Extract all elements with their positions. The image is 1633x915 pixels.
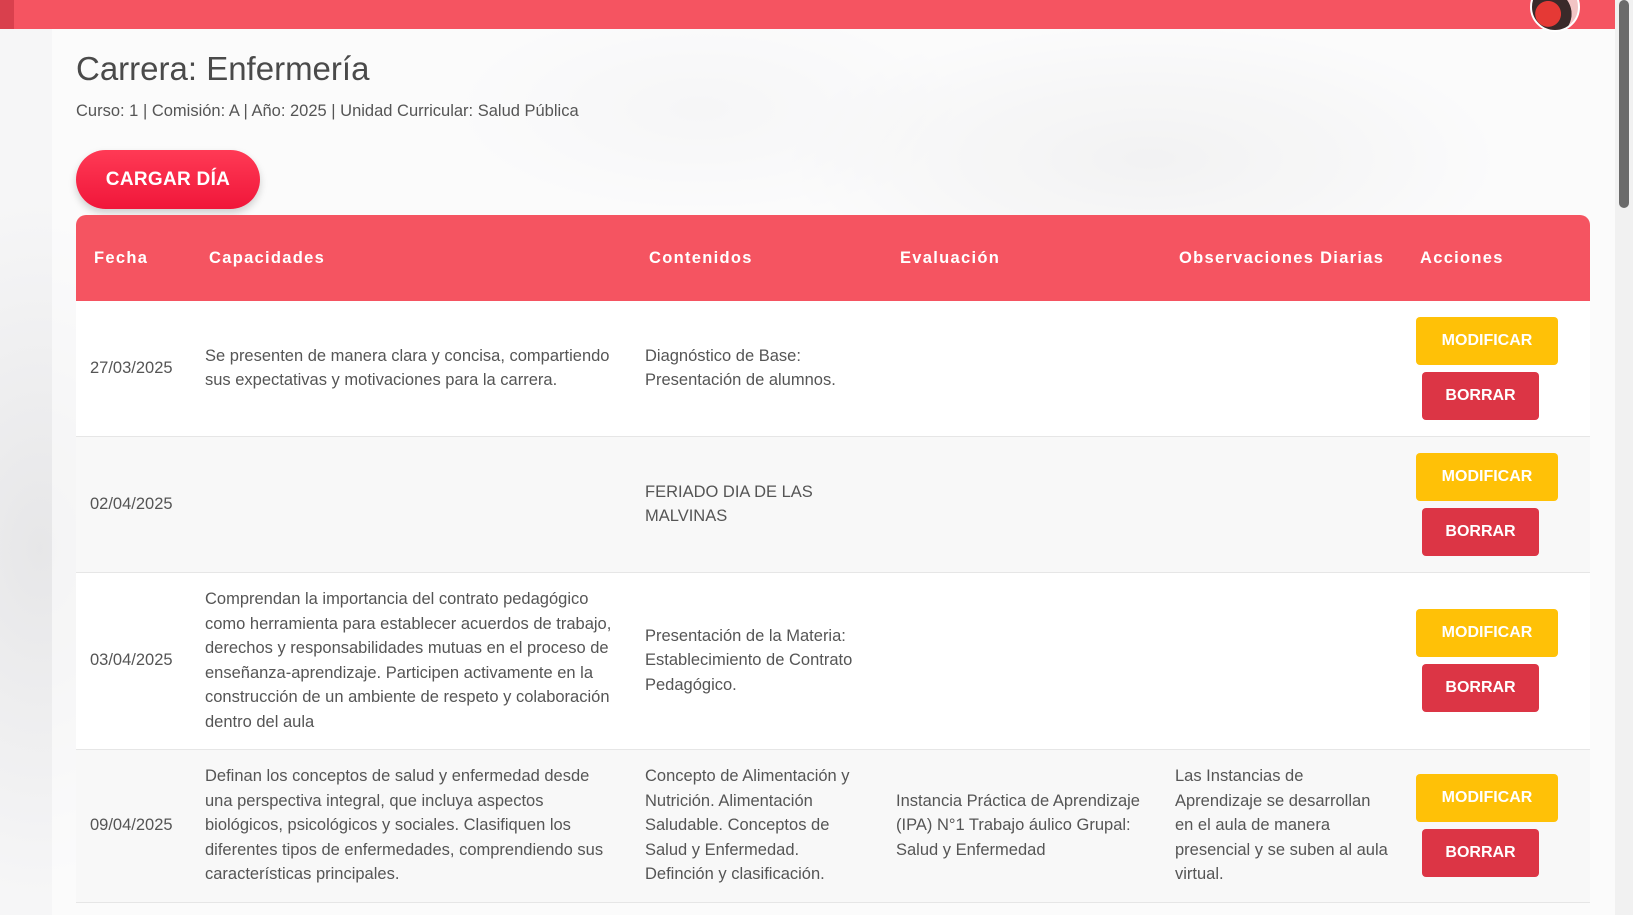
cell-capacidades: Comprendan la importancia del contrato p…: [191, 572, 631, 750]
cell-evaluacion: [882, 436, 1161, 573]
cell-capacidades: Definan los conceptos de salud y enferme…: [191, 749, 631, 903]
column-header-capacidades: Capacidades: [209, 249, 326, 267]
modificar-button[interactable]: MODIFICAR: [1416, 316, 1558, 365]
cell-evaluacion: [882, 572, 1161, 750]
cell-fecha: 02/04/2025: [76, 436, 191, 573]
top-navbar: [0, 0, 1615, 32]
cell-acciones: MODIFICAR BORRAR: [1402, 572, 1590, 750]
cell-capacidades: Se presenten de manera clara y concisa, …: [191, 301, 631, 437]
cargar-dia-button[interactable]: CARGAR DÍA: [76, 150, 260, 209]
table-row: 09/04/2025 Definan los conceptos de salu…: [76, 749, 1590, 903]
modificar-button[interactable]: MODIFICAR: [1416, 774, 1558, 822]
cell-contenidos: Concepto de Alimentación y Nutrición. Al…: [631, 749, 882, 903]
column-header-evaluacion: Evaluación: [900, 249, 1001, 267]
column-header-observaciones: Observaciones Diarias: [1179, 249, 1385, 267]
cell-contenidos: Presentación de la Materia: Establecimie…: [631, 572, 882, 750]
borrar-button[interactable]: BORRAR: [1422, 664, 1539, 712]
page-title: Carrera: Enfermería: [76, 50, 370, 87]
scrollbar-thumb[interactable]: [1619, 0, 1629, 208]
cell-fecha: 09/04/2025: [76, 749, 191, 903]
planning-table: Fecha Capacidades Contenidos Evaluación …: [76, 215, 1590, 903]
cell-evaluacion: [882, 301, 1161, 437]
cell-acciones: MODIFICAR BORRAR: [1402, 436, 1590, 573]
cell-contenidos: FERIADO DIA DE LAS MALVINAS: [631, 436, 882, 573]
borrar-button[interactable]: BORRAR: [1422, 829, 1539, 877]
cell-fecha: 03/04/2025: [76, 572, 191, 750]
cell-observaciones: Las Instancias de Aprendizaje se desarro…: [1161, 749, 1402, 903]
modificar-button[interactable]: MODIFICAR: [1416, 609, 1558, 657]
borrar-button[interactable]: BORRAR: [1422, 371, 1539, 420]
cell-observaciones: [1161, 572, 1402, 750]
column-header-acciones: Acciones: [1420, 249, 1504, 267]
navbar-left-accent: [0, 0, 14, 29]
column-header-fecha: Fecha: [94, 249, 149, 267]
cell-capacidades: [191, 436, 631, 573]
cell-observaciones: [1161, 436, 1402, 573]
user-avatar-icon[interactable]: [1530, 0, 1580, 32]
table-row: 02/04/2025 FERIADO DIA DE LAS MALVINAS M…: [76, 436, 1590, 573]
cell-acciones: MODIFICAR BORRAR: [1402, 301, 1590, 437]
table-row: 03/04/2025 Comprendan la importancia del…: [76, 572, 1590, 750]
modificar-button[interactable]: MODIFICAR: [1416, 452, 1558, 501]
page-subtitle: Curso: 1 | Comisión: A | Año: 2025 | Uni…: [76, 102, 579, 120]
borrar-button[interactable]: BORRAR: [1422, 507, 1539, 556]
cell-observaciones: [1161, 301, 1402, 437]
table-row: 27/03/2025 Se presenten de manera clara …: [76, 301, 1590, 437]
table-header-row: Fecha Capacidades Contenidos Evaluación …: [76, 215, 1590, 301]
cell-evaluacion: Instancia Práctica de Aprendizaje (IPA) …: [882, 749, 1161, 903]
cell-contenidos: Diagnóstico de Base: Presentación de alu…: [631, 301, 882, 437]
cell-acciones: MODIFICAR BORRAR: [1402, 749, 1590, 903]
cell-fecha: 27/03/2025: [76, 301, 191, 437]
column-header-contenidos: Contenidos: [649, 249, 753, 267]
